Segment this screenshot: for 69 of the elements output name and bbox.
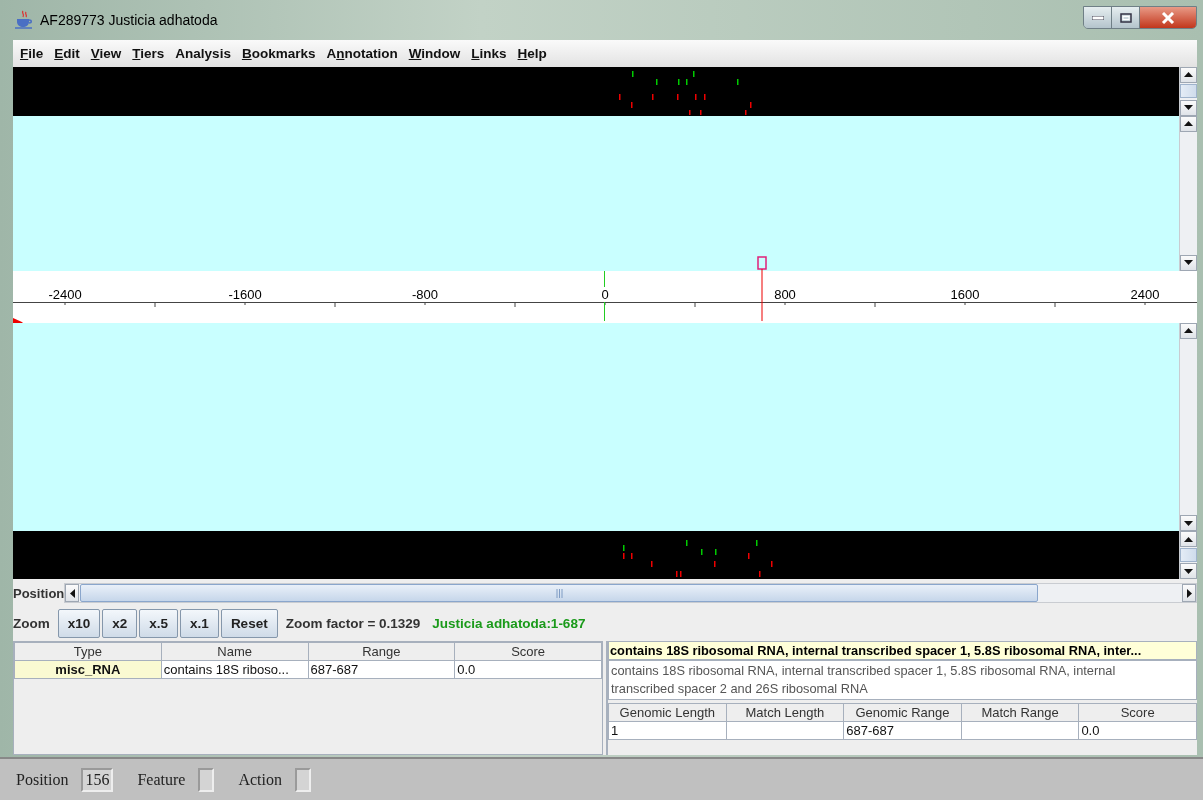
status-label: Position [16,770,69,789]
up-arrow-icon [1184,328,1193,334]
minimize-button[interactable] [1084,7,1112,28]
feature-description: contains 18S ribosomal RNA, internal transcribed spacer 1, 5.8S ribosomal RNA, internal transcribed spacer 2 and 26S ribosomal RNA [608,660,1197,701]
column-header[interactable]: Name [161,642,308,661]
menu-item[interactable]: File [17,45,52,61]
selection-marker [757,255,767,321]
menu-item[interactable]: Annotation [323,45,406,61]
column-header[interactable]: Match Range [961,703,1079,722]
coffee-cup-icon [14,10,34,30]
maximize-button[interactable] [1112,7,1140,28]
column-header[interactable]: Score [454,642,602,661]
column-header[interactable]: Genomic Length [608,703,727,722]
position-label: Position [13,585,65,601]
position-scrollbar[interactable] [64,583,1197,604]
close-button[interactable] [1140,7,1196,28]
grip-icon [555,588,563,598]
menu-item[interactable]: Edit [51,45,88,61]
menu-item[interactable]: Tiers [129,45,173,61]
column-header[interactable]: Range [308,642,455,661]
scroll-thumb[interactable] [1180,548,1197,563]
column-header[interactable]: Score [1078,703,1197,722]
scroll-down-button[interactable] [1180,99,1197,116]
menu-item[interactable]: View [87,45,130,61]
maximize-icon [1119,12,1132,23]
close-icon [1161,11,1175,24]
scroll-thumb[interactable] [1180,84,1197,99]
status-label: Feature [137,770,186,789]
scroll-thumb[interactable] [80,584,1039,603]
zoom-button[interactable]: Reset [220,609,278,639]
menu-item[interactable]: Links [468,45,515,61]
zoom-button[interactable]: x.1 [180,609,219,639]
scroll-right-button[interactable] [1182,584,1196,603]
origin-line [604,270,606,321]
status-field [295,767,311,792]
zoom-button[interactable]: x2 [102,609,138,639]
zoom-button[interactable]: x10 [57,609,101,639]
menu-item[interactable]: Analysis [172,45,239,61]
menu-item[interactable]: Bookmarks [238,45,324,61]
status-label: Action [238,770,282,789]
right-arrow-icon [1186,588,1192,598]
down-arrow-icon [1184,260,1193,266]
zoom-label: Zoom [13,616,50,632]
menu-item[interactable]: Help [514,45,555,61]
sequence-range-text: Justicia adhatoda:1-687 [432,616,586,632]
up-arrow-icon [1184,121,1193,127]
down-arrow-icon [1184,105,1193,111]
window-title: AF289773 Justicia adhatoda [40,12,219,28]
zoom-factor-text: Zoom factor = 0.1329 [285,616,421,632]
minimize-icon [1091,15,1104,20]
scroll-down-button[interactable] [1180,254,1197,271]
scroll-down-button[interactable] [1180,563,1197,580]
zoom-button[interactable]: x.5 [139,609,179,639]
column-header[interactable]: Genomic Range [843,703,962,722]
up-arrow-icon [1184,72,1193,78]
scroll-up-button[interactable] [1180,531,1197,548]
feature-title: contains 18S ribosomal RNA, internal transcribed spacer 1, 5.8S ribosomal RNA, inter... [608,641,1197,661]
down-arrow-icon [1184,568,1193,574]
left-arrow-icon [69,588,75,598]
ruler-label: 0 [601,286,609,302]
down-arrow-icon [1184,520,1193,526]
up-arrow-icon [1184,536,1193,542]
status-field: 156 [81,767,114,792]
scroll-left-button[interactable] [65,584,80,603]
menu-item[interactable]: Window [405,45,469,61]
column-header[interactable]: Match Length [726,703,844,722]
scroll-down-button[interactable] [1180,515,1197,532]
status-field [198,767,215,792]
column-header[interactable]: Type [14,642,162,661]
